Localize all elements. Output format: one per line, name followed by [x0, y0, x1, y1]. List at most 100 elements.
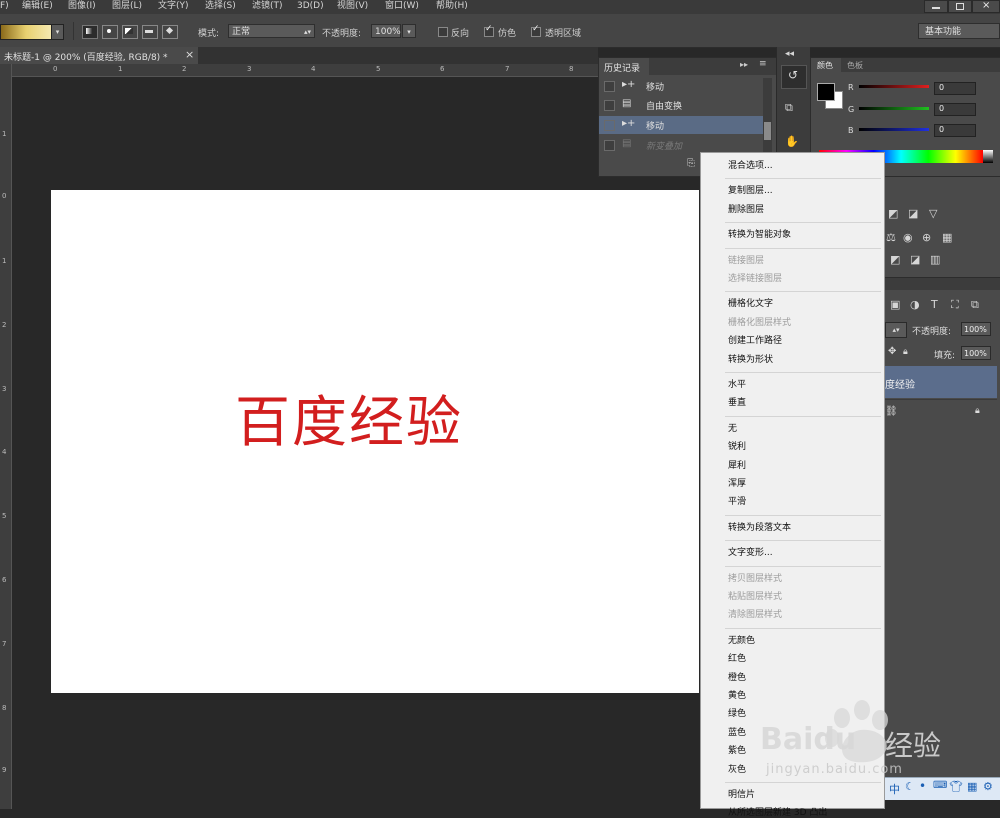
lock-all-icon[interactable]: 🔒︎: [903, 347, 908, 357]
layer-comps-icon[interactable]: ⧉: [785, 101, 793, 115]
context-menu-item[interactable]: 转换为智能对象: [728, 227, 791, 240]
context-menu-item[interactable]: 链接图层: [728, 253, 764, 266]
new-snapshot-icon[interactable]: ⎘: [687, 158, 695, 169]
filter-adjustment-layers-icon[interactable]: ◑: [910, 298, 920, 311]
photo-filter-icon[interactable]: ◉: [903, 231, 913, 244]
menu-layer[interactable]: 图层(L): [112, 0, 142, 13]
grid-menu-icon[interactable]: ▦: [967, 780, 977, 793]
context-menu-item[interactable]: 删除图层: [728, 202, 764, 215]
history-item[interactable]: ▸+ 移动: [599, 77, 771, 95]
history-tab[interactable]: 历史记录: [604, 61, 640, 74]
context-menu-item[interactable]: 紫色: [728, 743, 746, 756]
context-menu-item[interactable]: 无颜色: [728, 633, 755, 646]
context-menu-item[interactable]: 绿色: [728, 706, 746, 719]
context-menu-item[interactable]: 无: [728, 421, 737, 434]
context-menu-item[interactable]: 文字变形...: [728, 545, 773, 558]
canvas-text-layer[interactable]: 百度经验: [235, 377, 463, 457]
context-menu-item[interactable]: 栅格化文字: [728, 296, 773, 309]
minimize-button[interactable]: [924, 0, 948, 13]
dither-checkbox[interactable]: ✓: [484, 24, 494, 37]
context-menu-item[interactable]: 创建工作路径: [728, 333, 782, 346]
reverse-checkbox[interactable]: [438, 27, 448, 37]
filter-type-layers-icon[interactable]: T: [931, 298, 938, 311]
context-menu-item[interactable]: 蓝色: [728, 725, 746, 738]
layer-opacity-input[interactable]: 100%: [961, 322, 991, 336]
history-panel-icon[interactable]: ↺: [781, 65, 807, 89]
layer-name[interactable]: 度经验: [885, 376, 915, 391]
document-canvas[interactable]: 百度经验: [51, 190, 699, 693]
menu-window[interactable]: 窗口(W): [385, 0, 419, 13]
context-menu-item[interactable]: 犀利: [728, 458, 746, 471]
tab-swatches[interactable]: 色板: [847, 60, 863, 71]
layer-row[interactable]: ⛓ 🔒︎: [885, 399, 997, 430]
menu-filter[interactable]: 滤镜(T): [252, 0, 283, 13]
context-menu-item[interactable]: 复制图层...: [728, 183, 773, 196]
mode-select[interactable]: 正常 ▴▾: [228, 24, 315, 38]
layer-row-selected[interactable]: 度经验: [885, 366, 997, 398]
channel-mixer-icon[interactable]: ⊕: [922, 231, 931, 244]
threshold-icon[interactable]: ◪: [910, 253, 920, 266]
context-menu-item[interactable]: 灰色: [728, 762, 746, 775]
angle-gradient-icon[interactable]: [122, 25, 138, 39]
context-menu-item[interactable]: 从所选图层新建 3D 凸出: [728, 805, 827, 818]
context-menu-item[interactable]: 选择链接图层: [728, 271, 782, 284]
context-menu-item[interactable]: 锐利: [728, 439, 746, 452]
punctuation-icon[interactable]: •: [919, 779, 926, 793]
reflected-gradient-icon[interactable]: [142, 25, 158, 39]
panel-menu-icon[interactable]: ≡: [759, 59, 767, 69]
skin-icon[interactable]: 👕︎: [949, 780, 963, 793]
document-tab[interactable]: 未标题-1 @ 200% (百度经验, RGB/8) * ×: [0, 47, 199, 64]
hand-icon[interactable]: ✋: [785, 135, 799, 148]
red-value-input[interactable]: 0: [934, 82, 976, 95]
context-menu-item[interactable]: 水平: [728, 377, 746, 390]
context-menu-item[interactable]: 明信片: [728, 787, 755, 800]
context-menu-item[interactable]: 垂直: [728, 395, 746, 408]
ime-chinese-label[interactable]: 中: [889, 781, 900, 797]
gradient-preview[interactable]: [0, 24, 52, 40]
context-menu-item[interactable]: 粘贴图层样式: [728, 589, 782, 602]
history-item-selected[interactable]: ▸+ 移动: [599, 116, 771, 134]
gradient-picker-arrow-icon[interactable]: ▾: [51, 24, 64, 40]
context-menu-item[interactable]: 清除图层样式: [728, 607, 782, 620]
vibrance-adjustment-icon[interactable]: ▽: [929, 207, 937, 220]
workspace-select[interactable]: 基本功能: [918, 23, 1000, 39]
green-slider[interactable]: [859, 107, 929, 110]
gradient-map-icon[interactable]: ▥: [930, 253, 940, 266]
menu-select[interactable]: 选择(S): [205, 0, 236, 13]
history-scrollbar[interactable]: [763, 78, 772, 158]
menu-image[interactable]: 图像(I): [68, 0, 96, 13]
context-menu-item[interactable]: 拷贝图层样式: [728, 571, 782, 584]
blue-slider[interactable]: [859, 128, 929, 131]
collapse-panel-icon[interactable]: ▸▸: [740, 60, 748, 69]
blend-mode-select[interactable]: ▴▾: [885, 322, 907, 338]
opacity-dropdown-icon[interactable]: ▾: [402, 24, 416, 38]
red-slider[interactable]: [859, 85, 929, 88]
foreground-color-swatch[interactable]: [817, 83, 835, 101]
invert-icon[interactable]: ◩: [890, 253, 900, 266]
filter-shape-layers-icon[interactable]: ⛶: [951, 298, 959, 312]
context-menu-item[interactable]: 转换为段落文本: [728, 520, 791, 533]
close-window-button[interactable]: ×: [972, 0, 1000, 13]
moon-icon[interactable]: ☾: [905, 780, 915, 793]
menu-edit[interactable]: 编辑(E): [22, 0, 53, 13]
layer-fill-input[interactable]: 100%: [961, 346, 991, 360]
menu-3d[interactable]: 3D(D): [297, 0, 324, 13]
history-item[interactable]: ▤ 自由变换: [599, 96, 771, 114]
menu-help[interactable]: 帮助(H): [436, 0, 468, 13]
transparency-checkbox[interactable]: ✓: [531, 24, 541, 37]
context-menu-item[interactable]: 混合选项...: [728, 158, 773, 171]
context-menu-item[interactable]: 橙色: [728, 670, 746, 683]
opacity-input[interactable]: 100%: [371, 24, 401, 38]
context-menu-item[interactable]: 转换为形状: [728, 352, 773, 365]
menu-type[interactable]: 文字(Y): [158, 0, 189, 13]
filter-pixel-layers-icon[interactable]: ▣: [890, 298, 900, 311]
curves-adjustment-icon[interactable]: ◩: [888, 207, 898, 220]
close-tab-icon[interactable]: ×: [185, 48, 194, 61]
color-lookup-icon[interactable]: ▦: [942, 231, 952, 244]
exposure-adjustment-icon[interactable]: ◪: [908, 207, 918, 220]
color-balance-icon[interactable]: ⚖: [886, 231, 896, 244]
lock-position-icon[interactable]: ✥: [888, 346, 896, 357]
menu-view[interactable]: 视图(V): [337, 0, 368, 13]
context-menu-item[interactable]: 平滑: [728, 494, 746, 507]
keyboard-icon[interactable]: ⌨: [933, 780, 947, 791]
